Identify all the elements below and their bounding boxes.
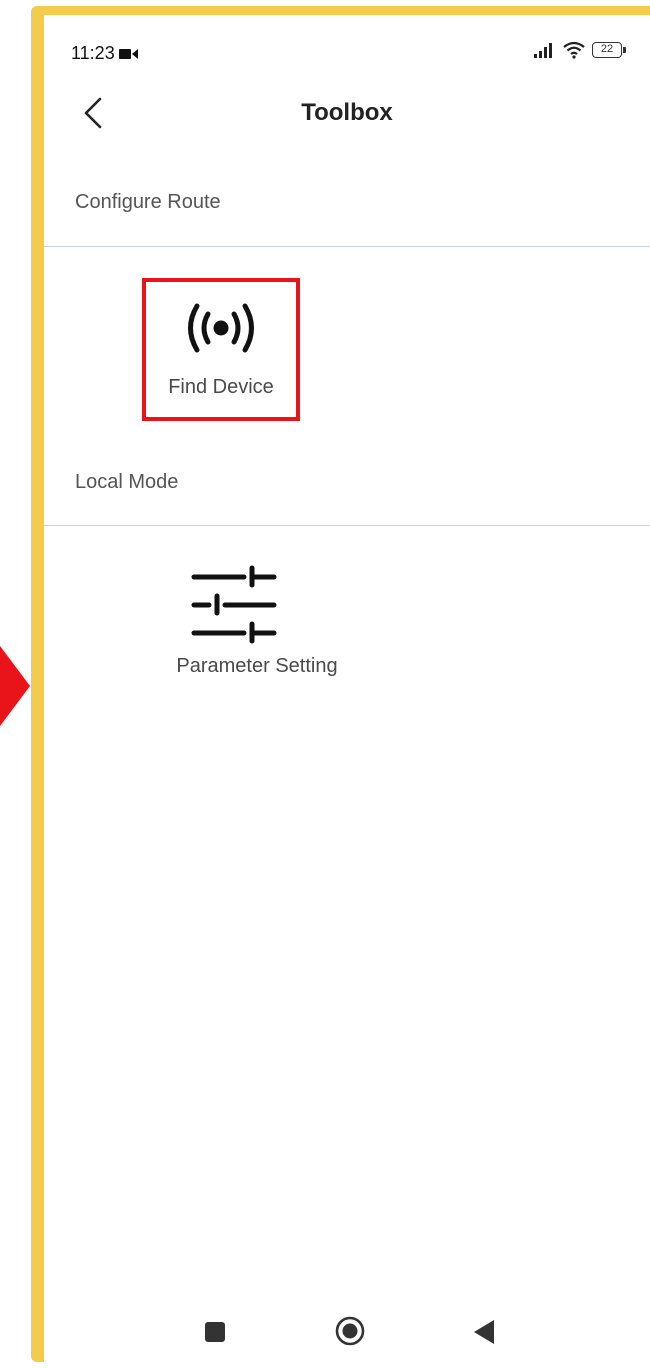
wifi-icon	[563, 41, 585, 59]
status-icons: 22	[534, 41, 626, 59]
system-nav-bar	[44, 1312, 650, 1352]
annotation-arrow-icon	[0, 646, 30, 726]
back-triangle-icon[interactable]	[472, 1318, 496, 1346]
section-title-configure-route: Configure Route	[75, 191, 221, 213]
phone-screen: 11:23 22 Toolbox Configure Route Find De…	[44, 15, 650, 1364]
highlight-box	[142, 278, 300, 421]
recents-square-icon[interactable]	[203, 1320, 227, 1344]
divider	[44, 525, 650, 526]
video-camera-icon	[118, 48, 138, 59]
divider	[44, 246, 650, 247]
page-title: Toolbox	[301, 99, 393, 126]
signal-icon	[534, 43, 552, 58]
parameter-setting-label: Parameter Setting	[176, 655, 338, 677]
home-circle-icon[interactable]	[334, 1315, 366, 1347]
status-time: 11:23	[71, 43, 115, 63]
battery-icon: 22	[592, 42, 626, 58]
page: 11:23 22 Toolbox Configure Route Find De…	[0, 0, 650, 1368]
section-title-local-mode: Local Mode	[75, 471, 179, 493]
sliders-icon	[191, 565, 277, 644]
parameter-setting-button[interactable]: Parameter Setting	[162, 565, 352, 678]
status-time-group: 11:23	[71, 43, 139, 64]
